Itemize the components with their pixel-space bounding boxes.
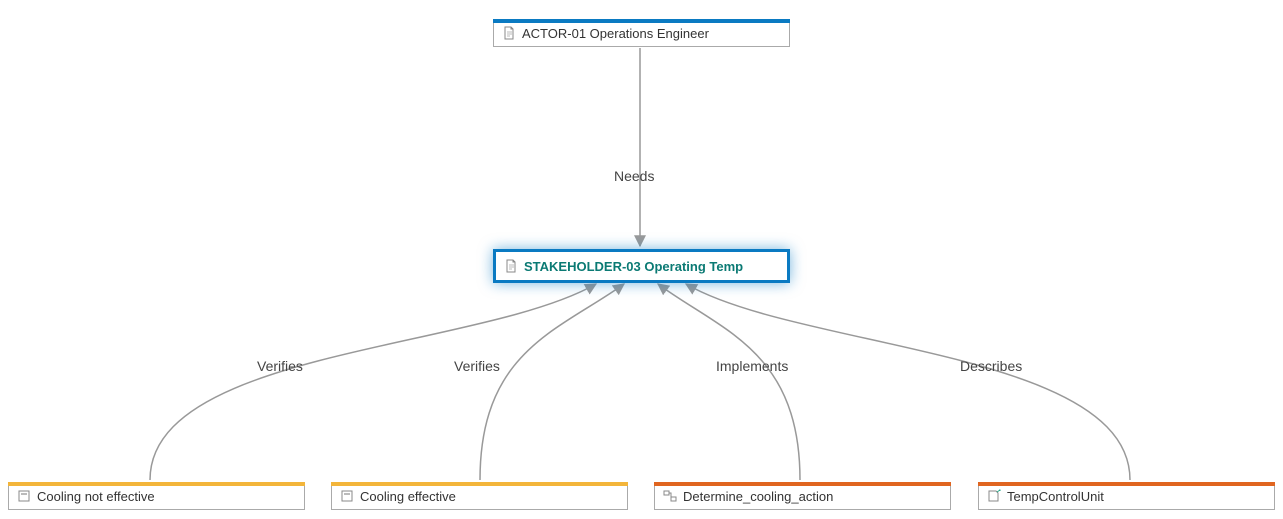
- node-stakeholder[interactable]: STAKEHOLDER-03 Operating Temp: [493, 249, 790, 283]
- node-bar: [654, 482, 951, 486]
- node-bar: [978, 482, 1275, 486]
- node-cooling-effective[interactable]: Cooling effective: [331, 482, 628, 510]
- node-label: STAKEHOLDER-03 Operating Temp: [524, 259, 743, 274]
- node-label: Cooling not effective: [37, 489, 155, 504]
- edge-label-needs: Needs: [614, 168, 654, 184]
- edge-label-verifies-2: Verifies: [454, 358, 500, 374]
- node-label: ACTOR-01 Operations Engineer: [522, 26, 709, 41]
- edge-label-verifies-1: Verifies: [257, 358, 303, 374]
- edge-label-describes: Describes: [960, 358, 1022, 374]
- test-icon: [17, 489, 31, 503]
- node-bar: [331, 482, 628, 486]
- node-cooling-not-effective[interactable]: Cooling not effective: [8, 482, 305, 510]
- link-document-icon: [987, 489, 1001, 503]
- node-label: Determine_cooling_action: [683, 489, 833, 504]
- document-icon: [502, 26, 516, 40]
- test-icon: [340, 489, 354, 503]
- node-bar: [8, 482, 305, 486]
- node-tempcontrolunit[interactable]: TempControlUnit: [978, 482, 1275, 510]
- function-icon: [663, 489, 677, 503]
- node-bar: [493, 19, 790, 23]
- edge-label-implements: Implements: [716, 358, 788, 374]
- diagram-canvas[interactable]: Needs Verifies Verifies Implements Descr…: [0, 0, 1283, 519]
- node-label: Cooling effective: [360, 489, 456, 504]
- document-icon: [504, 259, 518, 273]
- node-determine-cooling-action[interactable]: Determine_cooling_action: [654, 482, 951, 510]
- node-actor[interactable]: ACTOR-01 Operations Engineer: [493, 19, 790, 47]
- node-label: TempControlUnit: [1007, 489, 1104, 504]
